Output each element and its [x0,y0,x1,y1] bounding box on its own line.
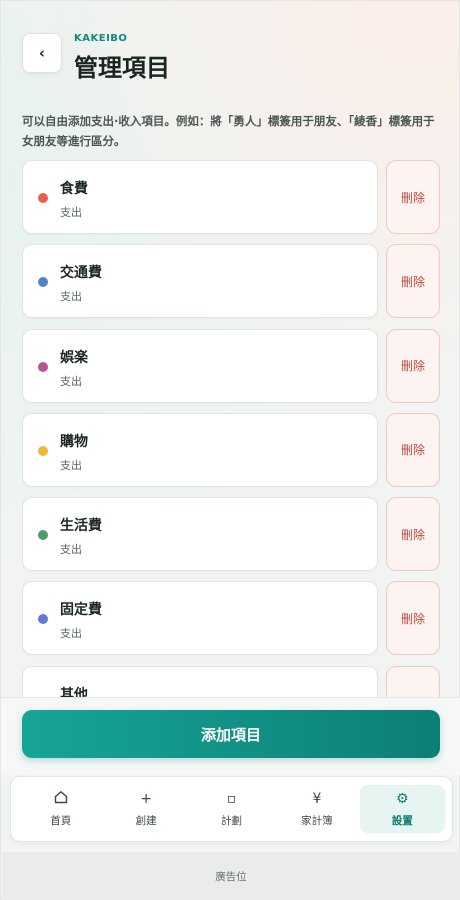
app-kicker: KAKEIBO [74,33,128,44]
category-name: 其他 [60,686,88,697]
tab-settings[interactable]: ⚙ 設置 [359,785,446,833]
category-color-dot [38,530,48,541]
category-row: 購物 支出 刪除 [22,412,440,487]
tab-ledger[interactable]: ¥ 家計簿 [274,785,359,833]
tab-label: 創建 [135,815,157,827]
delete-category-button[interactable]: 刪除 [386,412,440,487]
square-icon: ▫ [226,791,237,807]
category-row: 食費 支出 刪除 [22,160,440,234]
category-card[interactable]: 購物 支出 [22,412,378,487]
category-color-dot [38,445,48,456]
category-type: 支出 [60,206,82,219]
category-card[interactable]: 其他 [22,665,378,697]
category-row: 生活費 支出 刪除 [22,497,440,572]
category-type: 支出 [60,627,82,641]
category-type: 支出 [60,290,82,304]
gear-icon: ⚙ [396,791,409,807]
category-card[interactable]: 娯楽 支出 [22,328,378,403]
category-row: 娯楽 支出 刪除 [22,328,440,403]
home-icon [54,790,68,808]
category-card[interactable]: 交通費 支出 [22,244,378,319]
tab-label: 家計簿 [301,815,333,827]
delete-category-button[interactable]: 刪除 [386,160,440,234]
category-name: 生活費 [60,518,102,535]
tab-create[interactable]: + 創建 [103,785,188,833]
tab-label: 計劃 [221,815,243,827]
category-color-dot [38,277,48,288]
tab-label: 首頁 [50,815,72,827]
delete-category-button[interactable]: 刪除 [386,581,440,656]
category-row: 其他 [22,665,440,697]
category-color-dot [38,614,48,625]
category-name: 食費 [60,181,88,197]
category-card[interactable]: 固定費 支出 [22,581,378,656]
delete-category-button[interactable] [386,665,440,697]
category-type: 支出 [60,543,82,557]
header-titles: KAKEIBO 管理項目 [74,33,170,83]
category-row: 固定費 支出 刪除 [22,581,440,656]
ad-placeholder: 廣告位 [2,852,460,900]
yen-icon: ¥ [312,791,322,807]
category-type: 支出 [60,458,82,472]
category-row: 交通費 支出 刪除 [22,244,440,319]
tab-home[interactable]: 首頁 [18,785,103,833]
category-color-dot [38,193,48,203]
plus-icon: + [140,791,152,807]
delete-category-button[interactable]: 刪除 [386,244,440,319]
back-button[interactable]: ‹ [22,33,62,73]
delete-category-button[interactable]: 刪除 [386,497,440,572]
tab-plan[interactable]: ▫ 計劃 [189,785,274,833]
category-name: 固定費 [60,602,102,619]
page-header: ‹ KAKEIBO 管理項目 [22,33,170,83]
page-description: 可以自由添加支出·收入項目。例如：將「勇人」標簽用于朋友、「綾香」標簽用于女朋友… [22,114,435,148]
category-type: 支出 [60,374,82,388]
page-title: 管理項目 [74,54,170,82]
category-card[interactable]: 食費 支出 [22,160,378,234]
category-name: 購物 [60,433,88,450]
app-screen: ‹ KAKEIBO 管理項目 可以自由添加支出·收入項目。例如：將「勇人」標簽用… [0,0,460,900]
category-name: 娯楽 [60,349,88,366]
category-card[interactable]: 生活費 支出 [22,497,378,572]
tab-label: 設置 [391,815,413,827]
bottom-tab-bar: 首頁 + 創建 ▫ 計劃 ¥ 家計簿 ⚙ 設置 [10,776,453,842]
category-color-dot [38,361,48,372]
delete-category-button[interactable]: 刪除 [386,328,440,403]
chevron-left-icon: ‹ [38,44,46,62]
category-list[interactable]: 食費 支出 刪除 交通費 支出 刪除 娯楽 支出 刪除 購物 支出 刪除 生活費 支出 刪除 固定費 支出 刪除其… [22,160,440,697]
add-category-button[interactable]: 添加項目 [22,710,440,758]
category-name: 交通費 [60,265,102,282]
